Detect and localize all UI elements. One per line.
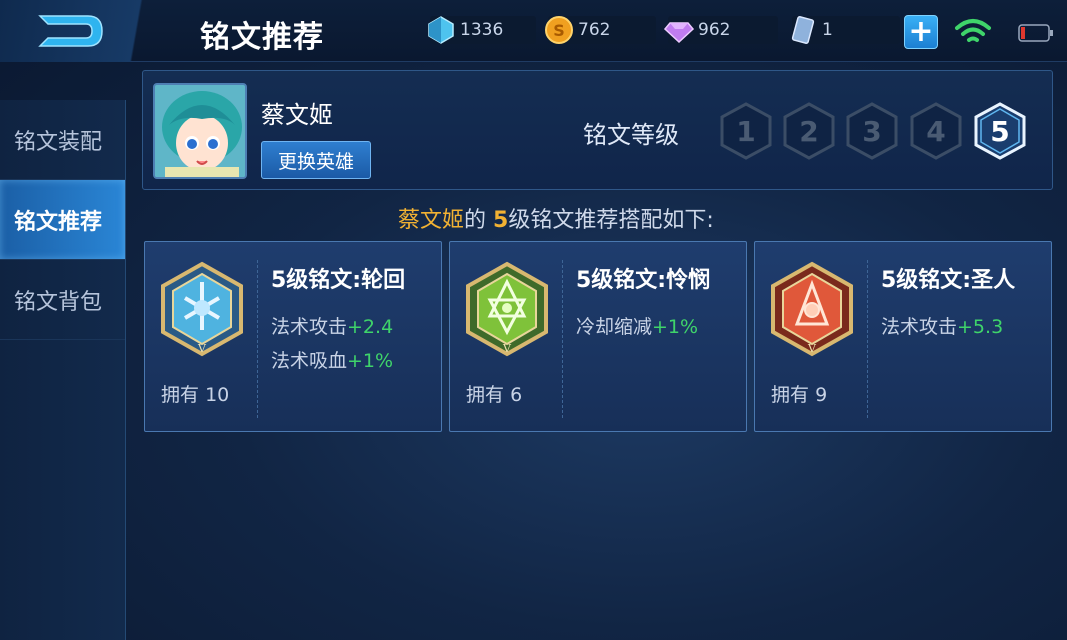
add-currency-button[interactable]: + [904,15,938,49]
level-3-button[interactable]: 3 [845,101,899,161]
level-1-label: 1 [736,114,756,148]
gem-value: 962 [698,20,731,40]
sidebar-item-equip[interactable]: 铭文装配 [0,100,125,180]
purple-gem-icon [662,13,696,47]
level-1-button[interactable]: 1 [719,101,773,161]
back-arrow-icon [38,15,103,47]
rune-owned: 拥有 10 [161,384,230,406]
sidebar-item-recommend[interactable]: 铭文推荐 [0,180,125,260]
card-icon [786,13,820,47]
diamond-value: 1336 [460,20,504,40]
gold-counter: S 762 [545,16,656,44]
crystal-icon [424,13,458,47]
card-value: 1 [822,20,833,40]
rec-level: 5 [493,208,509,233]
level-3-label: 3 [862,114,882,148]
hero-portrait-icon [155,85,245,177]
svg-text:V: V [502,342,512,355]
rune-owned: 拥有 6 [466,384,523,406]
rune-stat: 冷却缩减+1% [576,316,699,338]
rune-card-lianmin[interactable]: V 5级铭文:怜悯 冷却缩减+1% 拥有 6 [449,241,747,432]
rec-of: 的 [464,208,487,233]
gold-coin-icon: S [542,13,576,47]
change-hero-button[interactable]: 更换英雄 [261,141,371,179]
rune-card-lunhui[interactable]: V 5级铭文:轮回 法术攻击+2.4 法术吸血+1% 拥有 10 [144,241,442,432]
wifi-icon [955,19,991,42]
battery-icon [1018,24,1053,42]
level-4-button[interactable]: 4 [909,101,963,161]
level-4-label: 4 [926,114,946,148]
level-2-button[interactable]: 2 [782,101,836,161]
card-divider [867,260,868,418]
sidebar-item-bag[interactable]: 铭文背包 [0,260,125,340]
rune-title: 5级铭文:圣人 [881,268,1016,293]
rune-title: 5级铭文:怜悯 [576,268,711,293]
rune-stat: 法术攻击+2.4 [271,316,394,338]
rune-title: 5级铭文:轮回 [271,268,406,293]
gem-counter: 962 [664,16,778,44]
rune-stat: 法术攻击+5.3 [881,316,1004,338]
hero-panel: 蔡文姬 更换英雄 铭文等级 1 2 3 4 5 [142,70,1053,190]
rune-lunhui-icon: V [161,261,243,357]
page-title: 铭文推荐 [200,20,324,55]
rune-owned: 拥有 9 [771,384,828,406]
recommendation-text: 蔡文姬的 5级铭文推荐搭配如下: [398,202,714,234]
rec-suffix: 级铭文推荐搭配如下: [508,208,714,233]
card-counter: 1 [791,16,900,44]
gold-value: 762 [578,20,611,40]
hero-name: 蔡文姬 [261,101,333,129]
rune-lianmin-icon: V [466,261,548,357]
card-divider [562,260,563,418]
back-button[interactable] [0,0,190,62]
svg-text:S: S [553,21,565,40]
top-bar: 铭文推荐 1336 S 762 962 1 + [0,0,1067,62]
card-divider [257,260,258,418]
level-5-label: 5 [990,114,1010,148]
rune-shengren-icon: V [771,261,853,357]
diamond-counter: 1336 [428,16,536,44]
rune-card-shengren[interactable]: V 5级铭文:圣人 法术攻击+5.3 拥有 9 [754,241,1052,432]
hero-avatar[interactable] [153,83,247,179]
level-5-button[interactable]: 5 [973,101,1027,161]
rec-hero-name: 蔡文姬 [398,208,465,233]
svg-text:V: V [807,342,817,355]
rune-stat: 法术吸血+1% [271,350,394,372]
level-label: 铭文等级 [583,121,679,149]
svg-text:V: V [197,342,207,355]
sidebar: 铭文装配 铭文推荐 铭文背包 [0,100,126,640]
level-2-label: 2 [799,114,819,148]
